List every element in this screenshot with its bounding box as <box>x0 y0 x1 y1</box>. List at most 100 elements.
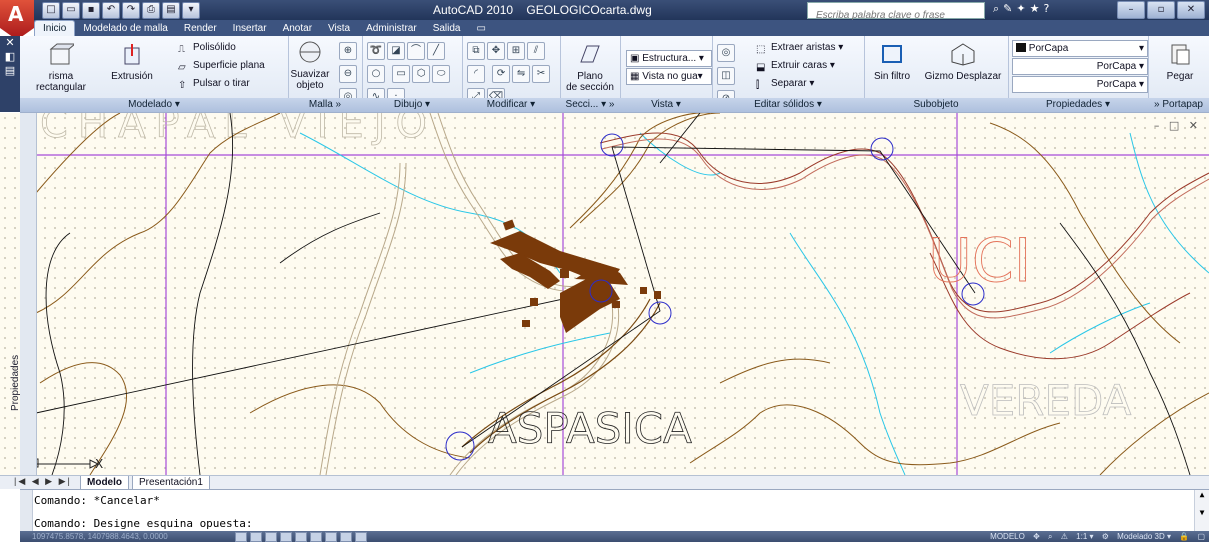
tab-render[interactable]: Render <box>176 21 225 36</box>
drawing-area[interactable]: CHAPAL VIEJO ASPASICA VEREDA UCI X – □ ✕ <box>0 113 1209 475</box>
sin-filtro-button[interactable]: Sin filtro <box>866 40 918 82</box>
save-icon[interactable]: ▪ <box>82 2 100 19</box>
plano-seccion-button[interactable]: Plano de sección <box>564 40 616 93</box>
arc-icon[interactable]: ⌒ <box>407 42 425 60</box>
print-icon[interactable]: ⎙ <box>142 2 160 19</box>
snap-toggle-icon[interactable] <box>235 532 247 542</box>
layout-nav-arrows[interactable]: |◀ ◀ ▶ ▶| <box>14 476 72 487</box>
otrack-toggle-icon[interactable] <box>310 532 322 542</box>
annotation-scale[interactable]: ⚠ 1:1 ▾ <box>1061 532 1094 541</box>
mirror-icon[interactable]: ⇋ <box>512 65 531 83</box>
move-icon[interactable]: ✥ <box>487 42 505 60</box>
prisma-rectangular-button[interactable]: risma rectangular <box>24 40 98 93</box>
pegar-button[interactable]: Pegar <box>1160 40 1200 82</box>
subscription-icon[interactable]: ✦ <box>1016 2 1025 16</box>
panel-title-dibujo[interactable]: Dibujo ▾ <box>362 98 462 112</box>
command-line-grip[interactable] <box>20 490 33 532</box>
favorites-icon[interactable]: ★ <box>1030 2 1040 16</box>
helix-icon[interactable]: ➰ <box>367 42 385 60</box>
color-dropdown[interactable]: PorCapa ▾ <box>1012 40 1148 57</box>
fillet-icon[interactable]: ◜ <box>467 65 485 83</box>
ducs-toggle-icon[interactable] <box>325 532 337 542</box>
workspace-icon[interactable]: ▤ <box>162 2 180 19</box>
union-icon[interactable]: ◎ <box>717 44 735 62</box>
coordinate-readout[interactable]: 1097475.8578, 1407988.4643, 0.0000 <box>32 531 168 542</box>
line-icon[interactable]: ╱ <box>427 42 445 60</box>
panel-title-malla[interactable]: Malla » <box>288 98 362 112</box>
circle-icon[interactable]: ○ <box>367 65 385 83</box>
panel-title-modificar[interactable]: Modificar ▾ <box>462 98 560 112</box>
visual-style-dropdown[interactable]: ▣ Estructura... ▾ <box>626 50 712 67</box>
tab-salida[interactable]: Salida <box>425 21 469 36</box>
tab-vista[interactable]: Vista <box>320 21 358 36</box>
extrusion-button[interactable]: Extrusión <box>106 40 158 82</box>
osnap-toggle-icon[interactable] <box>295 532 307 542</box>
polar-toggle-icon[interactable] <box>280 532 292 542</box>
app-menu-button[interactable]: A <box>0 0 34 40</box>
binoculars-icon[interactable]: ⌕ <box>993 2 999 16</box>
lineweight-dropdown[interactable]: PorCapa ▾ <box>1012 76 1148 93</box>
help-icon[interactable]: ? <box>1043 2 1049 16</box>
gizmo-desplazar-button[interactable]: Gizmo Desplazar <box>920 40 1006 82</box>
panel-title-vista[interactable]: Vista ▾ <box>620 98 712 112</box>
zoom-icon[interactable]: ⌕ <box>1048 532 1052 541</box>
superficie-plana-button[interactable]: ▱ Superficie plana <box>178 58 265 73</box>
dyn-toggle-icon[interactable] <box>340 532 352 542</box>
minimize-icon[interactable]: – <box>1117 1 1145 19</box>
suavizar-objeto-button[interactable]: Suavizar objeto <box>290 38 330 91</box>
model-space-toggle[interactable]: MODELO <box>990 532 1025 541</box>
communication-center-icon[interactable]: ✎ <box>1003 2 1012 16</box>
separar-button[interactable]: ⫿ Separar ▾ <box>756 76 814 91</box>
extruir-caras-button[interactable]: ⬓ Extruir caras ▾ <box>756 58 835 73</box>
ortho-toggle-icon[interactable] <box>265 532 277 542</box>
array-icon[interactable]: ⊞ <box>507 42 525 60</box>
undo-icon[interactable]: ↶ <box>102 2 120 19</box>
grid-toggle-icon[interactable] <box>250 532 262 542</box>
palette-icon[interactable]: ◧ <box>0 50 20 64</box>
tab-insertar[interactable]: Insertar <box>225 21 275 36</box>
mesh-smooth-less-icon[interactable]: ⊖ <box>339 65 357 83</box>
named-view-dropdown[interactable]: ▦ Vista no gua▾ <box>626 68 712 85</box>
tab-administrar[interactable]: Administrar <box>358 21 425 36</box>
command-prompt-line[interactable]: Comando: Designe esquina opuesta: <box>34 517 253 530</box>
copy-icon[interactable]: ⧉ <box>467 42 485 60</box>
panel-title-editar-solidos[interactable]: Editar sólidos ▾ <box>712 98 864 112</box>
restore-icon[interactable]: ▫ <box>1147 1 1175 19</box>
tab-modelo[interactable]: Modelo <box>80 476 129 490</box>
rectangle-icon[interactable]: ▭ <box>392 65 411 83</box>
pan-icon[interactable]: ✥ <box>1033 532 1040 541</box>
polisolido-button[interactable]: ⎍ Polisólido <box>178 40 236 55</box>
polygon-icon[interactable]: ⬡ <box>412 65 431 83</box>
panel-title-propiedades[interactable]: Propiedades ▾ <box>1008 98 1148 112</box>
clean-screen-icon[interactable]: ▢ <box>1197 532 1205 541</box>
rotate-icon[interactable]: ⟳ <box>492 65 511 83</box>
qat-dropdown-icon[interactable]: ▾ <box>182 2 200 19</box>
offset-icon[interactable]: ⫽ <box>527 42 545 60</box>
tab-presentacion1[interactable]: Presentación1 <box>132 476 210 490</box>
extraer-aristas-button[interactable]: ⬚ Extraer aristas ▾ <box>756 40 843 55</box>
redo-icon[interactable]: ↷ <box>122 2 140 19</box>
ribbon-minimize-icon[interactable]: ▭ <box>469 21 494 36</box>
tab-modelado-de-malla[interactable]: Modelado de malla <box>75 21 176 36</box>
open-file-icon[interactable]: ▭ <box>62 2 80 19</box>
help-search-box[interactable] <box>807 2 985 22</box>
viewport-controls[interactable]: – □ ✕ <box>1154 119 1201 132</box>
ellipse-icon[interactable]: ⬭ <box>432 65 451 83</box>
new-file-icon[interactable]: □ <box>42 2 60 19</box>
panel-title-portapapeles[interactable]: » Portapap <box>1148 98 1209 112</box>
linetype-dropdown[interactable]: PorCapa ▾ <box>1012 58 1148 75</box>
palette-menu-icon[interactable]: ▤ <box>0 64 20 78</box>
trim-icon[interactable]: ✂ <box>532 65 551 83</box>
mesh-smooth-more-icon[interactable]: ⊕ <box>339 42 357 60</box>
tab-anotar[interactable]: Anotar <box>275 21 320 36</box>
close-icon[interactable]: ✕ <box>1177 1 1205 19</box>
pulsar-tirar-button[interactable]: ⇧ Pulsar o tirar <box>178 76 250 91</box>
properties-palette-bar[interactable]: Propiedades <box>10 113 37 475</box>
tab-inicio[interactable]: Inicio <box>34 20 76 36</box>
panel-title-seccion[interactable]: Secci... ▾ » <box>560 98 620 112</box>
region-icon[interactable]: ◪ <box>387 42 405 60</box>
close-palette-icon[interactable]: ✕ <box>0 36 20 50</box>
workspace-switch[interactable]: ⚙ Modelado 3D ▾ <box>1102 532 1171 541</box>
panel-title-modelado[interactable]: Modelado ▾ <box>20 98 288 112</box>
command-scrollbar[interactable]: ▲ ▼ <box>1194 490 1209 532</box>
